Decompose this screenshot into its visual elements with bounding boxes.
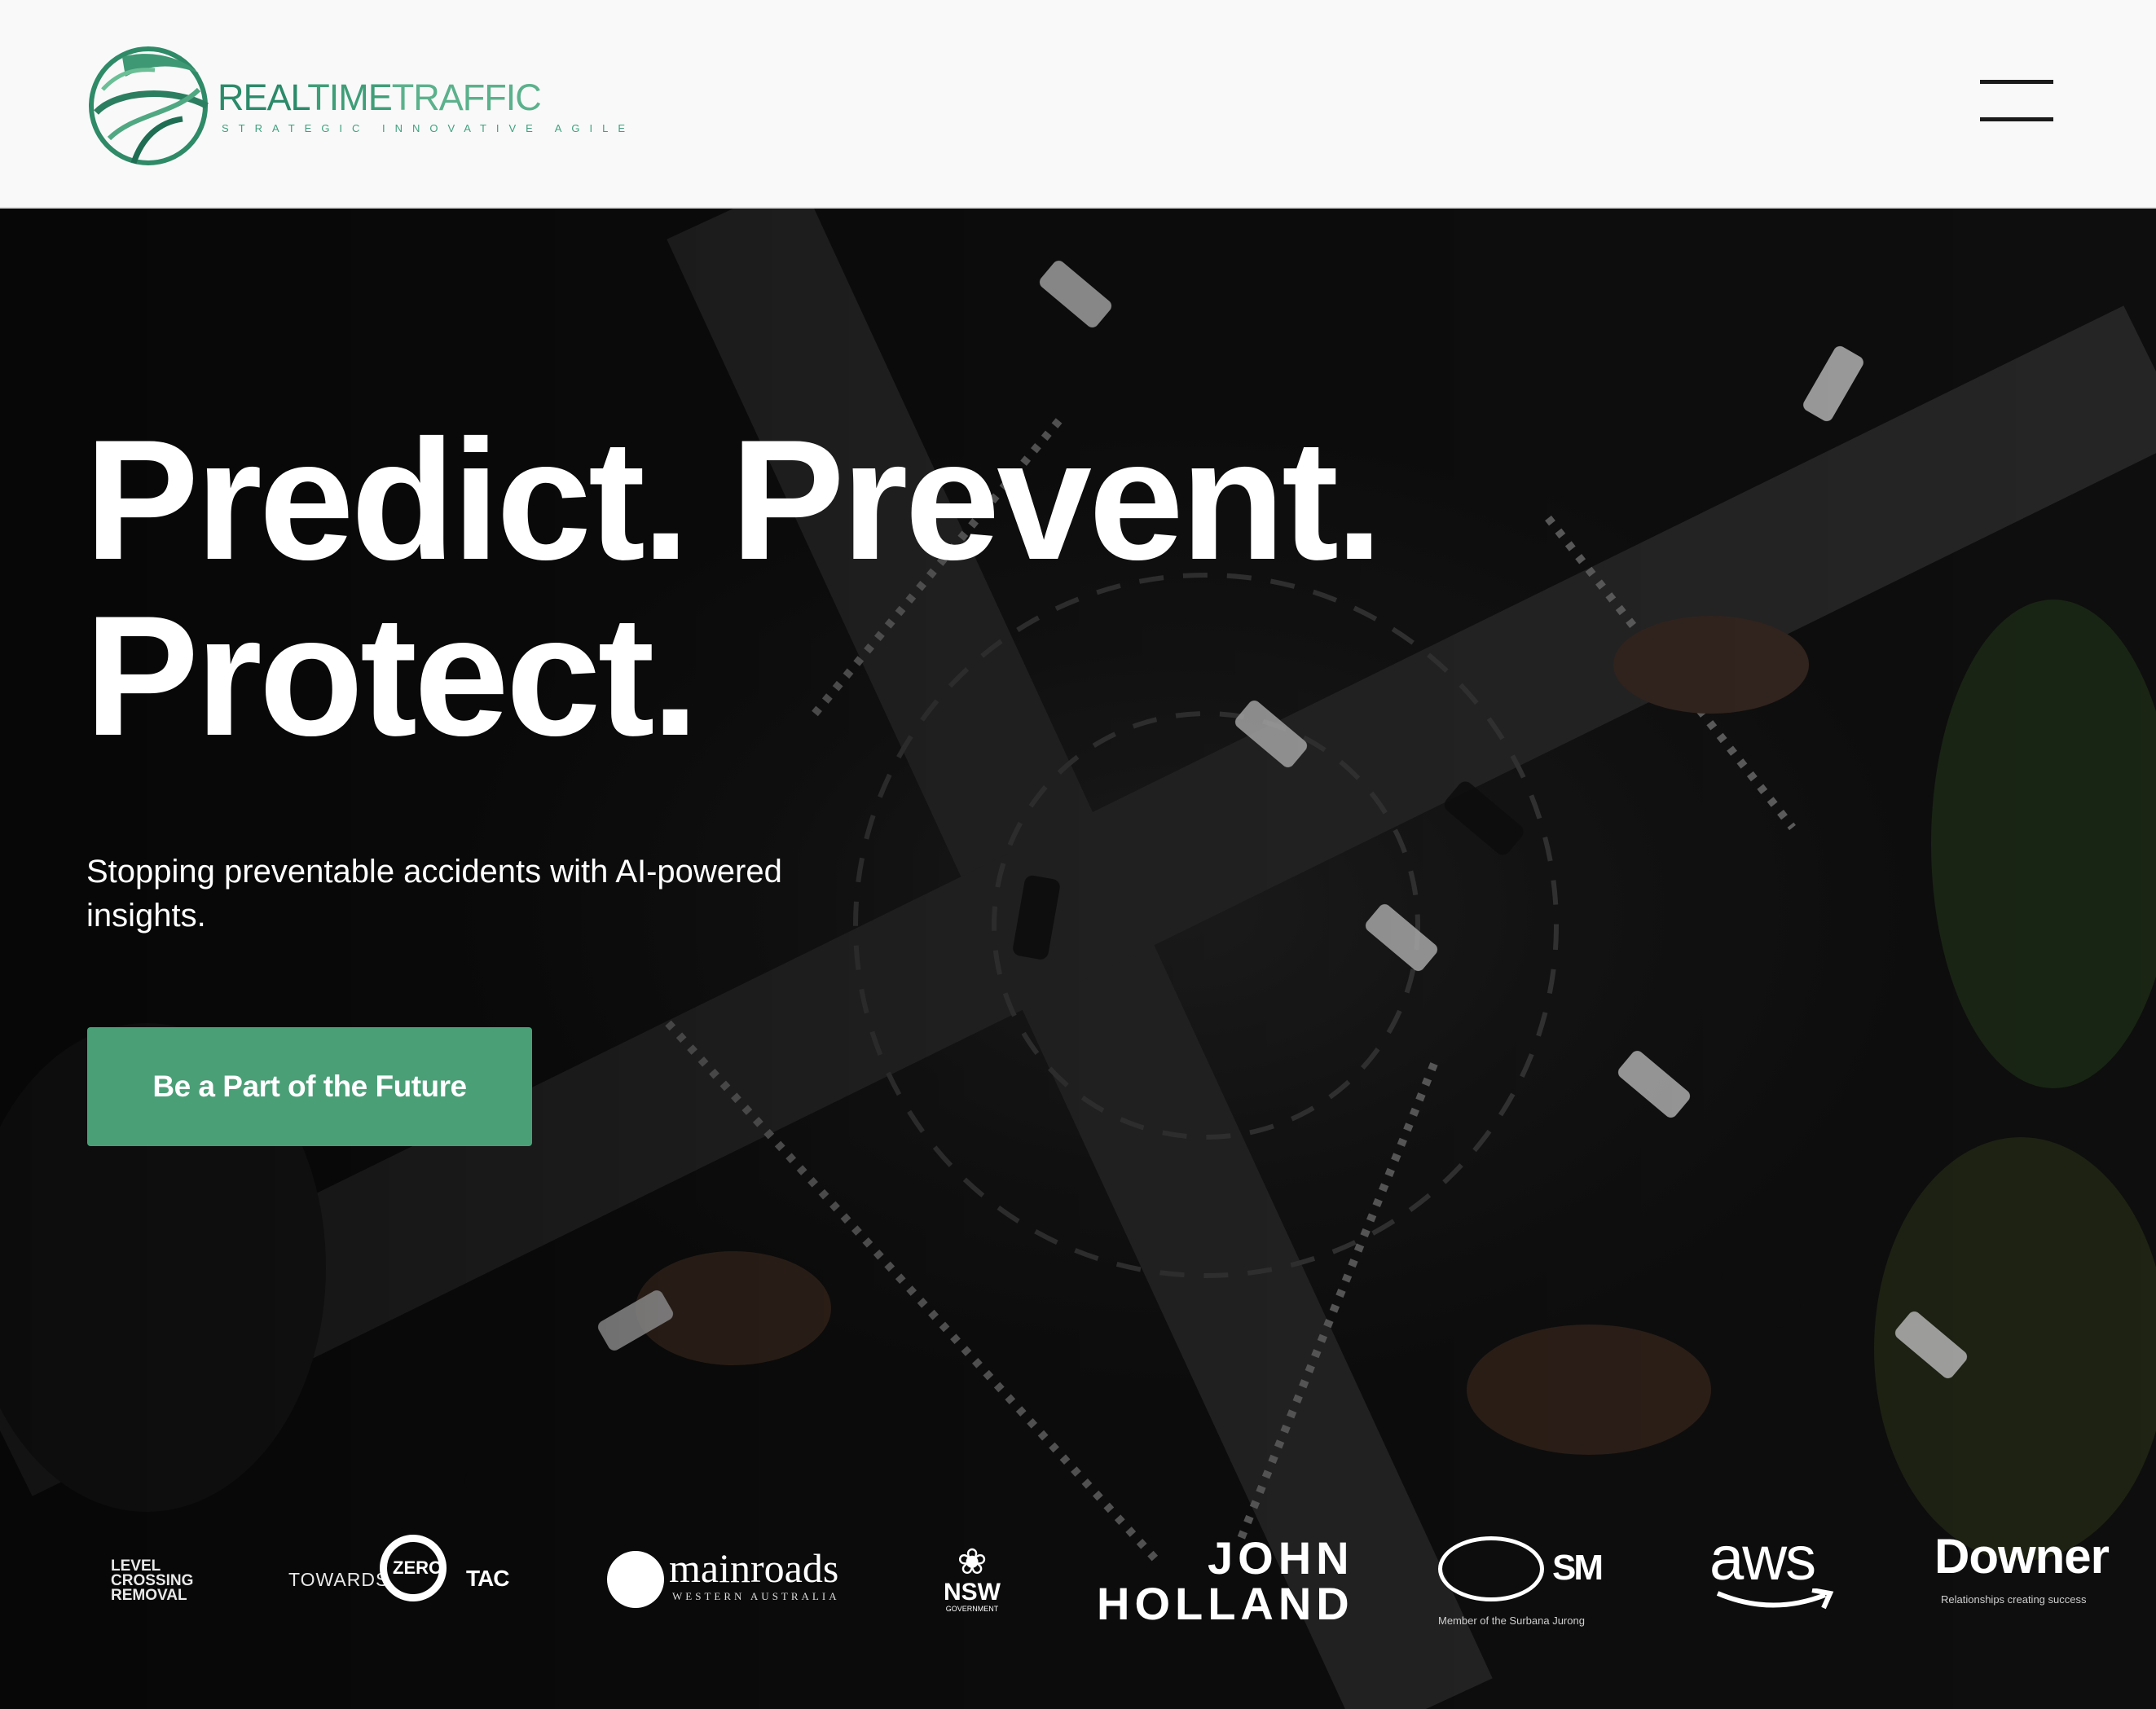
ism-globe-icon	[1438, 1536, 1544, 1601]
towards-zero-prefix: TOWARDS	[288, 1569, 389, 1590]
tac-wordmark: TAC	[466, 1566, 509, 1591]
mainroads-globe-icon	[607, 1551, 664, 1608]
be-a-part-of-the-future-button[interactable]: Be a Part of the Future	[87, 1027, 532, 1146]
logo-word-real: REAL	[218, 77, 308, 118]
towards-zero-zero: ZERO	[393, 1557, 443, 1578]
page: REALTIMETRAFFIC STRATEGIC INNOVATIVE AGI…	[0, 0, 2156, 1709]
realtimetraffic-logo[interactable]: REALTIMETRAFFIC STRATEGIC INNOVATIVE AGI…	[85, 41, 625, 167]
hero-headline-line-2: Protect.	[85, 580, 699, 771]
hero-subtext: Stopping preventable accidents with AI-p…	[86, 854, 782, 934]
ism-wordmark: SM	[1552, 1548, 1604, 1588]
logo-wordmark: REALTIMETRAFFIC	[218, 77, 542, 118]
waratah-icon: ❀	[957, 1542, 988, 1582]
ism-sub: Member of the Surbana Jurong	[1438, 1615, 1585, 1627]
hamburger-menu-icon	[1980, 80, 2053, 84]
nsw-sub: GOVERNMENT	[945, 1605, 999, 1613]
hero-headline: Predict. Prevent. Protect.	[85, 404, 1383, 771]
globe-swoosh-logo-icon	[89, 46, 209, 165]
john-holland-line-2: HOLLAND	[1097, 1578, 1354, 1629]
aws-wordmark: aws	[1709, 1524, 1816, 1593]
level-crossing-removal-logo: LEVEL CROSSING REMOVAL	[111, 1557, 194, 1604]
hero-headline-line-1: Predict. Prevent.	[85, 404, 1383, 595]
mainroads-wordmark: mainroads	[669, 1545, 839, 1591]
site-header: REALTIMETRAFFIC STRATEGIC INNOVATIVE AGI…	[0, 0, 2156, 209]
aws-smile-icon	[1716, 1588, 1834, 1610]
hamburger-menu-icon-bar-bottom	[1980, 117, 2053, 121]
nsw-wordmark: NSW	[944, 1579, 1001, 1606]
hero-section: Predict. Prevent. Protect. Stopping prev…	[0, 209, 2156, 1709]
nsw-government-logo: ❀ NSW GOVERNMENT	[935, 1542, 1009, 1614]
downer-sub: Relationships creating success	[1941, 1593, 2087, 1606]
logo-tagline: STRATEGIC INNOVATIVE AGILE	[222, 122, 636, 134]
logo-word-time: TIME	[307, 77, 392, 118]
hamburger-menu-button[interactable]	[1965, 65, 2055, 138]
logo-word-traffic: TRAFFIC	[391, 77, 542, 118]
mainroads-sub: WESTERN AUSTRALIA	[672, 1590, 840, 1602]
downer-wordmark: Downer	[1934, 1529, 2110, 1584]
